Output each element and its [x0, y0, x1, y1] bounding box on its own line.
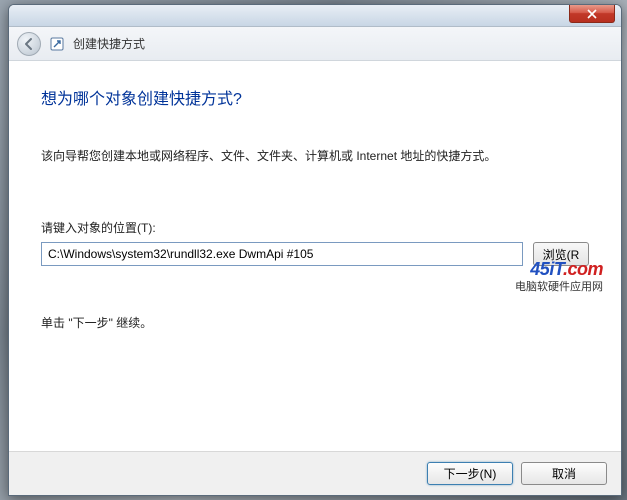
shortcut-wizard-icon — [49, 36, 65, 52]
cancel-button[interactable]: 取消 — [521, 462, 607, 485]
close-icon — [587, 9, 597, 19]
input-row: 浏览(R — [41, 242, 589, 266]
back-arrow-icon — [22, 37, 36, 51]
footer: 下一步(N) 取消 — [9, 451, 621, 495]
next-button[interactable]: 下一步(N) — [427, 462, 513, 485]
nav-area: 创建快捷方式 — [9, 27, 621, 61]
titlebar — [9, 5, 621, 27]
wizard-title: 创建快捷方式 — [73, 35, 145, 52]
path-input[interactable] — [41, 242, 523, 266]
path-label: 请键入对象的位置(T): — [41, 219, 589, 236]
close-button[interactable] — [569, 5, 615, 23]
browse-button[interactable]: 浏览(R — [533, 242, 589, 266]
continue-hint: 单击 "下一步" 继续。 — [41, 314, 589, 331]
page-heading: 想为哪个对象创建快捷方式? — [41, 85, 589, 109]
back-button[interactable] — [17, 32, 41, 56]
wizard-window: 创建快捷方式 想为哪个对象创建快捷方式? 该向导帮您创建本地或网络程序、文件、文… — [8, 4, 622, 496]
content-area: 想为哪个对象创建快捷方式? 该向导帮您创建本地或网络程序、文件、文件夹、计算机或… — [9, 61, 621, 451]
page-description: 该向导帮您创建本地或网络程序、文件、文件夹、计算机或 Internet 地址的快… — [41, 147, 589, 165]
